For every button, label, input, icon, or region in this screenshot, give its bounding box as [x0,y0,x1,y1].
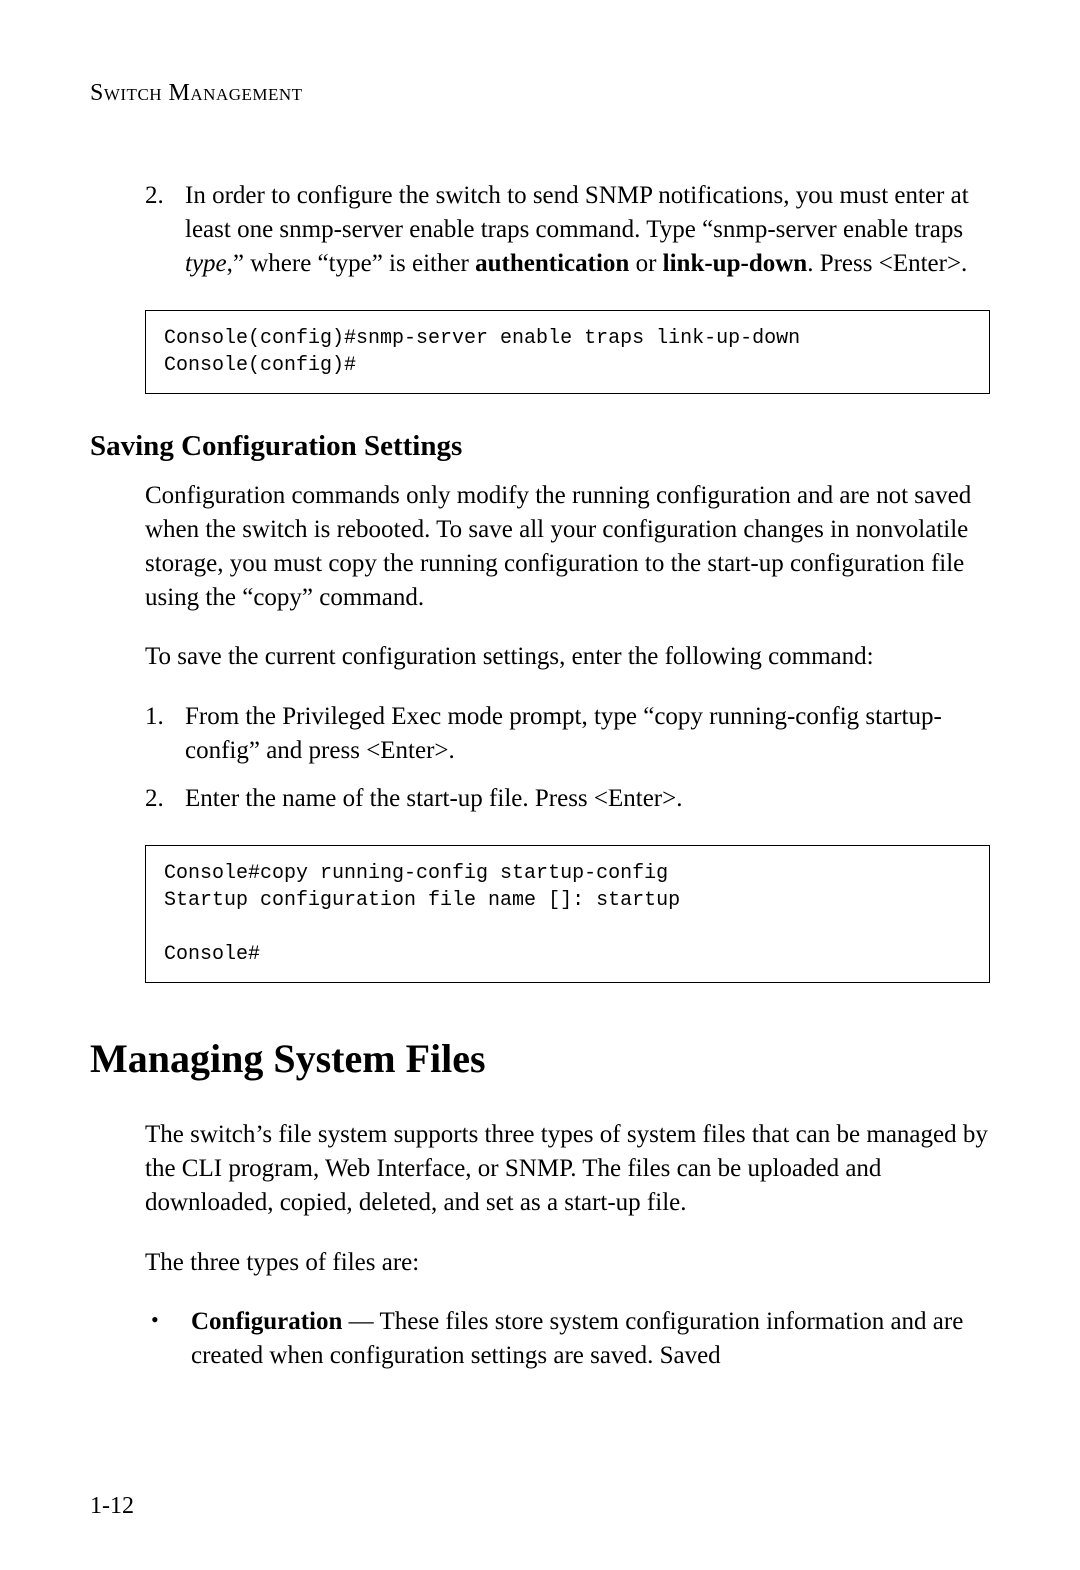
list-item: 2. Enter the name of the start-up file. … [145,782,990,816]
text-span: ,” where “type” is either [227,250,476,277]
text-span: . Press <Enter>. [807,250,967,277]
list-item: • Configuration — These files store syst… [145,1305,990,1373]
list-number: 2. [145,179,185,280]
bullet-icon: • [145,1305,191,1373]
numbered-list-1: 2. In order to configure the switch to s… [145,179,990,280]
text-italic: type [185,250,227,277]
text-span: In order to configure the switch to send… [185,182,969,243]
list-text: From the Privileged Exec mode prompt, ty… [185,700,990,768]
list-item: 2. In order to configure the switch to s… [145,179,990,280]
code-block-2: Console#copy running-config startup-conf… [145,845,990,983]
code-block-1: Console(config)#snmp-server enable traps… [145,310,990,394]
text-span: or [629,250,662,277]
paragraph: Configuration commands only modify the r… [145,479,990,614]
paragraph: The three types of files are: [145,1246,990,1280]
list-number: 2. [145,782,185,816]
text-bold: Configuration [191,1308,342,1335]
running-head: Switch Management [90,80,990,107]
section-managing: The switch’s file system supports three … [145,1118,990,1373]
text-span: — [342,1308,379,1335]
section-saving: Configuration commands only modify the r… [145,479,990,815]
text-bold: link-up-down [663,250,808,277]
paragraph: The switch’s file system supports three … [145,1118,990,1219]
page-number: 1-12 [90,1493,134,1520]
list-text: Configuration — These files store system… [191,1305,990,1373]
paragraph: To save the current configuration settin… [145,640,990,674]
bullet-list: • Configuration — These files store syst… [145,1305,990,1373]
list-item: 1. From the Privileged Exec mode prompt,… [145,700,990,768]
list-text: Enter the name of the start-up file. Pre… [185,782,990,816]
text-bold: authentication [475,250,629,277]
list-text: In order to configure the switch to send… [185,179,990,280]
numbered-list-2: 1. From the Privileged Exec mode prompt,… [145,700,990,815]
page: Switch Management 2. In order to configu… [0,0,1080,1570]
list-number: 1. [145,700,185,768]
heading-managing-files: Managing System Files [90,1035,990,1082]
heading-saving-config: Saving Configuration Settings [90,430,990,463]
